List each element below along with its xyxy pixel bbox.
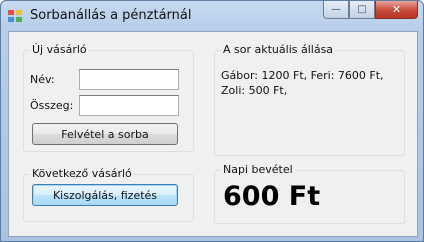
maximize-icon: □ [357,4,367,15]
title-bar[interactable]: Sorbanállás a pénztárnál — □ ✕ [1,1,423,31]
add-to-queue-button[interactable]: Felvétel a sorba [32,123,178,145]
amount-input[interactable] [79,95,179,116]
next-customer-group-label: Következő vásárló [30,166,134,182]
queue-state-group: A sor aktuális állása Gábor: 1200 Ft, Fe… [214,42,405,156]
amount-label: Összeg: [30,99,74,112]
queue-state-group-label: A sor aktuális állása [221,42,336,58]
close-button[interactable]: ✕ [375,1,418,19]
name-label: Név: [30,73,55,86]
name-input[interactable] [79,69,179,90]
app-window: Sorbanállás a pénztárnál — □ ✕ Új vásárl… [0,0,424,242]
serve-pay-button[interactable]: Kiszolgálás, fizetés [32,184,178,206]
minimize-icon: — [331,4,341,15]
caption-buttons: — □ ✕ [323,1,418,19]
new-customer-group-label: Új vásárló [30,42,89,58]
client-area: Új vásárló Név: Összeg: Felvétel a sorba… [8,31,418,237]
window-title: Sorbanállás a pénztárnál [30,8,192,23]
close-icon: ✕ [391,3,402,16]
app-icon [8,10,22,22]
queue-state-text: Gábor: 1200 Ft, Feri: 7600 Ft, Zoli: 500… [221,69,384,97]
new-customer-group: Új vásárló Név: Összeg: Felvétel a sorba [23,42,194,152]
daily-revenue-group: Napi bevétel 600 Ft [214,162,405,224]
daily-revenue-group-label: Napi bevétel [221,162,295,178]
next-customer-group: Következő vásárló Kiszolgálás, fizetés [23,166,194,222]
minimize-button[interactable]: — [323,1,349,19]
daily-revenue-value: 600 Ft [223,181,321,212]
maximize-button[interactable]: □ [349,1,375,19]
